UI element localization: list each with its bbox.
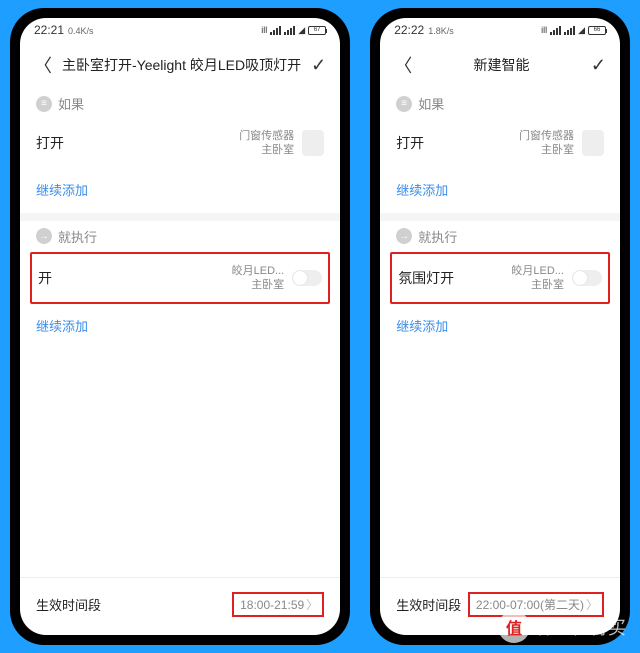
action-row[interactable]: 氛围灯开 皎月LED... 主卧室 (392, 254, 608, 303)
action-switch-icon (292, 270, 322, 286)
device-thumb-icon (582, 130, 604, 156)
footer: 生效时间段 18:00-21:59 〉 (20, 577, 340, 635)
time-period-label: 生效时间段 (396, 595, 468, 614)
action-device: 皎月LED... (232, 264, 285, 278)
battery-icon: 67 (308, 26, 326, 35)
spacer (20, 349, 340, 577)
condition-row[interactable]: 打开 门窗传感器 主卧室 (380, 117, 620, 170)
device-thumb-icon (302, 130, 324, 156)
status-speed: 0.4K/s (68, 26, 94, 36)
signal-icon-2 (564, 26, 575, 35)
time-range-button[interactable]: 22:00-07:00(第二天) 〉 (468, 592, 604, 617)
status-time: 22:22 (394, 23, 424, 37)
screen: 22:21 0.4K/s ill ◢ 67 〈 主卧室打开-Yeelight 皎… (20, 18, 340, 635)
action-highlight: 开 皎月LED... 主卧室 (30, 252, 330, 305)
then-section: → 就执行 (20, 221, 340, 250)
condition-room: 主卧室 (239, 143, 294, 157)
condition-room: 主卧室 (519, 143, 574, 157)
condition-device: 门窗传感器 (239, 129, 294, 143)
if-icon: ≡ (396, 96, 412, 112)
spacer (380, 349, 620, 577)
status-time: 22:21 (34, 23, 64, 37)
action-name: 氛围灯开 (398, 268, 511, 288)
action-switch-icon (572, 270, 602, 286)
screen: 22:22 1.8K/s ill ◢ 66 〈 新建智能 ✓ ≡ 如果 打开 门… (380, 18, 620, 635)
time-period-label: 生效时间段 (36, 595, 232, 614)
confirm-icon[interactable]: ✓ (311, 55, 326, 76)
status-bar: 22:22 1.8K/s ill ◢ 66 (380, 18, 620, 42)
status-speed: 1.8K/s (428, 26, 454, 36)
condition-name: 打开 (36, 133, 239, 153)
time-range-value: 22:00-07:00(第二天) (476, 596, 584, 613)
time-range-value: 18:00-21:59 (240, 598, 304, 612)
then-icon: → (396, 228, 412, 244)
footer: 生效时间段 22:00-07:00(第二天) 〉 (380, 577, 620, 635)
signal-icon-2 (284, 26, 295, 35)
then-section: → 就执行 (380, 221, 620, 250)
action-device: 皎月LED... (511, 264, 564, 278)
header: 〈 新建智能 ✓ (380, 42, 620, 88)
condition-name: 打开 (396, 133, 519, 153)
divider (20, 213, 340, 221)
add-action-button[interactable]: 继续添加 (380, 306, 620, 349)
then-label: 就执行 (58, 227, 97, 246)
add-action-button[interactable]: 继续添加 (20, 306, 340, 349)
action-row[interactable]: 开 皎月LED... 主卧室 (32, 254, 328, 303)
back-icon[interactable]: 〈 (394, 52, 412, 78)
signal-label: ill (541, 25, 547, 35)
signal-icon (270, 26, 281, 35)
condition-device: 门窗传感器 (519, 129, 574, 143)
action-room: 主卧室 (511, 278, 564, 292)
page-title: 主卧室打开-Yeelight 皎月LED吸顶灯开 (62, 55, 301, 75)
status-bar: 22:21 0.4K/s ill ◢ 67 (20, 18, 340, 42)
add-condition-button[interactable]: 继续添加 (380, 170, 620, 213)
signal-label: ill (261, 25, 267, 35)
action-highlight: 氛围灯开 皎月LED... 主卧室 (390, 252, 610, 305)
signal-icon (550, 26, 561, 35)
time-range-button[interactable]: 18:00-21:59 〉 (232, 592, 324, 617)
back-icon[interactable]: 〈 (34, 52, 52, 78)
wifi-icon: ◢ (298, 25, 305, 36)
phone-left: 22:21 0.4K/s ill ◢ 67 〈 主卧室打开-Yeelight 皎… (10, 8, 350, 645)
battery-icon: 66 (588, 26, 606, 35)
then-icon: → (36, 228, 52, 244)
chevron-right-icon: 〉 (306, 596, 318, 613)
divider (380, 213, 620, 221)
condition-row[interactable]: 打开 门窗传感器 主卧室 (20, 117, 340, 170)
confirm-icon[interactable]: ✓ (591, 55, 606, 76)
if-label: 如果 (418, 94, 444, 113)
action-name: 开 (38, 268, 232, 288)
chevron-right-icon: 〉 (586, 596, 598, 613)
add-condition-button[interactable]: 继续添加 (20, 170, 340, 213)
page-title: 新建智能 (422, 55, 581, 75)
if-section: ≡ 如果 (380, 88, 620, 117)
wifi-icon: ◢ (578, 25, 585, 36)
phone-right: 22:22 1.8K/s ill ◢ 66 〈 新建智能 ✓ ≡ 如果 打开 门… (370, 8, 630, 645)
if-section: ≡ 如果 (20, 88, 340, 117)
if-icon: ≡ (36, 96, 52, 112)
if-label: 如果 (58, 94, 84, 113)
header: 〈 主卧室打开-Yeelight 皎月LED吸顶灯开 ✓ (20, 42, 340, 88)
then-label: 就执行 (418, 227, 457, 246)
action-room: 主卧室 (232, 278, 285, 292)
